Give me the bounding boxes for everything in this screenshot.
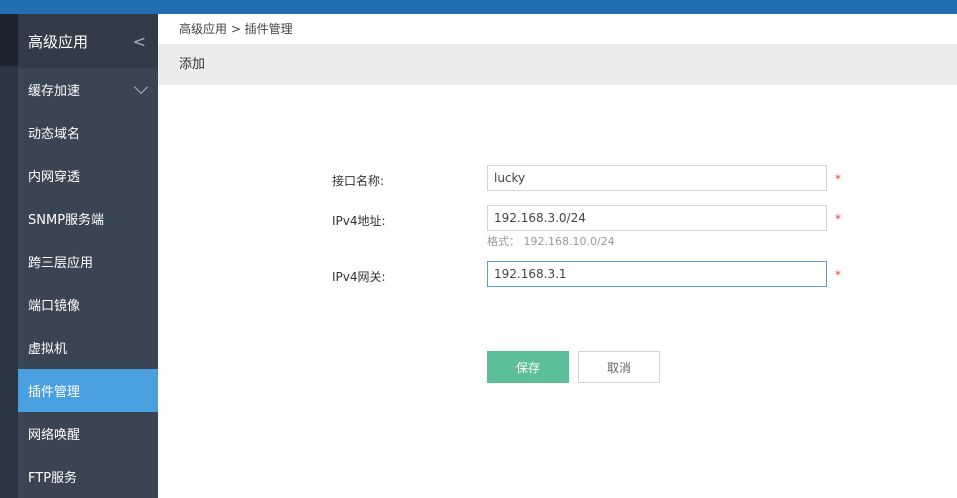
sidebar-item-label: 缓存加速 (28, 84, 81, 99)
title-bar (0, 0, 957, 14)
save-button[interactable]: 保存 (487, 351, 569, 383)
left-edge-strip-top (0, 14, 18, 66)
sidebar-item-label: 动态域名 (28, 127, 81, 142)
gateway-label: IPv4网关: (332, 270, 386, 284)
sidebar-item-plugin-management[interactable]: 插件管理 (18, 369, 158, 412)
sidebar-item-wake-on-lan[interactable]: 网络唤醒 (18, 412, 158, 455)
ipv4-address-input[interactable] (487, 205, 827, 231)
left-edge-strip (0, 14, 18, 498)
sidebar-item-cross-layer3[interactable]: 跨三层应用 (18, 240, 158, 283)
sidebar-item-label: 插件管理 (28, 385, 81, 400)
required-mark: * (835, 172, 841, 186)
main-content: 高级应用 > 插件管理 添加 接口名称: * IPv4地址: * 格式： 192… (158, 14, 957, 498)
sidebar-item-label: 内网穿透 (28, 170, 81, 185)
section-title: 添加 (158, 44, 957, 85)
sidebar-header-label: 高级应用 (28, 32, 89, 51)
ipv4-format-hint: 格式： 192.168.10.0/24 (487, 235, 615, 248)
sidebar-item-ddns[interactable]: 动态域名 (18, 111, 158, 154)
ipv4-gateway-input[interactable] (487, 261, 827, 287)
required-mark: * (835, 212, 841, 226)
sidebar-item-intranet-penetration[interactable]: 内网穿透 (18, 154, 158, 197)
ipv4-label: IPv4地址: (332, 214, 386, 228)
chevron-down-icon (133, 79, 149, 95)
sidebar-item-ftp-service[interactable]: FTP服务 (18, 455, 158, 498)
required-mark: * (835, 268, 841, 282)
sidebar-item-label: FTP服务 (28, 471, 78, 486)
sidebar-item-snmp-server[interactable]: SNMP服务端 (18, 197, 158, 240)
sidebar-item-label: 虚拟机 (28, 342, 68, 357)
sidebar-item-label: 网络唤醒 (28, 428, 81, 443)
sidebar-item-cache-acceleration[interactable]: 缓存加速 (18, 68, 158, 111)
sidebar-item-port-mirroring[interactable]: 端口镜像 (18, 283, 158, 326)
name-label: 接口名称: (332, 174, 385, 188)
sidebar-item-virtual-machine[interactable]: 虚拟机 (18, 326, 158, 369)
chevron-left-icon[interactable]: < (133, 32, 146, 51)
sidebar-item-label: 端口镜像 (28, 299, 81, 314)
name-input[interactable] (487, 165, 827, 191)
sidebar: 高级应用 < 缓存加速 动态域名 内网穿透 SNMP服务端 跨三层应用 端口镜像… (18, 14, 158, 498)
sidebar-header[interactable]: 高级应用 < (18, 14, 158, 68)
breadcrumb: 高级应用 > 插件管理 (158, 14, 957, 44)
sidebar-item-label: SNMP服务端 (28, 213, 105, 228)
sidebar-item-label: 跨三层应用 (28, 256, 94, 271)
cancel-button[interactable]: 取消 (578, 351, 660, 383)
